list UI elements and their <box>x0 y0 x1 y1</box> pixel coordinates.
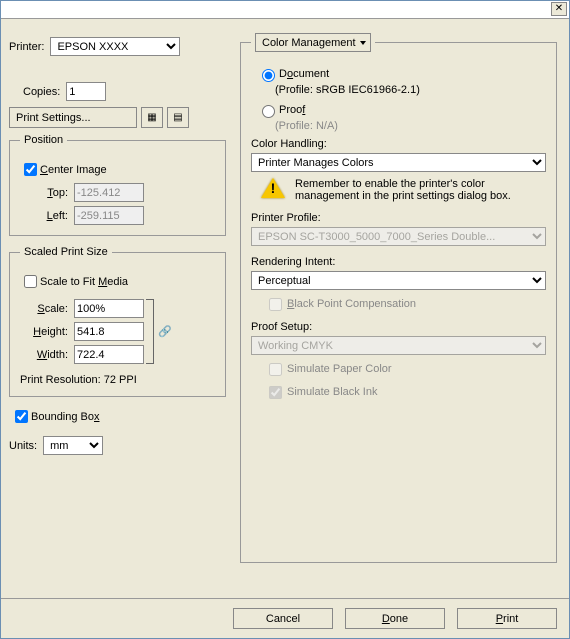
left-label: Left: <box>20 210 68 222</box>
top-input <box>74 183 144 202</box>
copies-input[interactable] <box>66 82 106 101</box>
page-setup-icon-button[interactable]: ▦ <box>141 107 163 128</box>
printer-label: Printer: <box>9 41 44 53</box>
color-management-dropdown[interactable]: Color Management <box>255 33 371 52</box>
top-label: Top: <box>20 187 68 199</box>
close-icon: ✕ <box>555 3 563 14</box>
black-point-checkbox <box>269 298 282 311</box>
page-icon: ▦ <box>147 112 156 123</box>
units-label: Units: <box>9 440 37 452</box>
printer-profile-select: EPSON SC-T3000_5000_7000_Series Double..… <box>251 227 546 246</box>
simulate-black-label: Simulate Black Ink <box>287 386 377 398</box>
warning-icon: ! <box>261 178 285 200</box>
simulate-paper-checkbox <box>269 363 282 376</box>
rendering-intent-select[interactable]: Perceptual <box>251 271 546 290</box>
color-management-group: Color Management Document (Profile: sRGB… <box>240 33 557 563</box>
page-icon-2: ▤ <box>173 112 182 123</box>
color-management-legend-label: Color Management <box>262 37 356 49</box>
copies-label: Copies: <box>23 86 60 98</box>
units-select[interactable]: mm <box>43 436 103 455</box>
done-button[interactable]: Done <box>345 608 445 629</box>
color-handling-label: Color Handling: <box>251 138 546 150</box>
width-label: Width: <box>20 349 68 361</box>
scaled-legend: Scaled Print Size <box>20 246 112 258</box>
position-legend: Position <box>20 134 67 146</box>
document-radio[interactable] <box>262 69 275 82</box>
center-image-checkbox[interactable] <box>24 163 37 176</box>
proof-setup-select: Working CMYK <box>251 336 546 355</box>
scale-label: Scale: <box>20 303 68 315</box>
scaled-print-size-group: Scaled Print Size Scale to Fit Media Sca… <box>9 246 226 397</box>
scale-input[interactable] <box>74 299 144 318</box>
warning-text: Remember to enable the printer's color m… <box>295 178 542 202</box>
proof-profile-label: (Profile: N/A) <box>275 120 546 132</box>
link-icon[interactable]: 🔗 <box>158 325 172 339</box>
rendering-intent-label: Rendering Intent: <box>251 256 546 268</box>
bottom-button-bar: Cancel Done Print <box>1 598 569 638</box>
print-settings-button[interactable]: Print Settings... <box>9 107 137 128</box>
printer-select[interactable]: EPSON XXXX <box>50 37 180 56</box>
bracket-line <box>146 299 154 364</box>
black-point-label: Black Point Compensation <box>287 298 416 310</box>
titlebar: ✕ <box>1 1 569 19</box>
close-button[interactable]: ✕ <box>551 2 567 16</box>
printer-profile-label: Printer Profile: <box>251 212 546 224</box>
print-resolution-label: Print Resolution: 72 PPI <box>20 374 137 386</box>
page-setup-icon-button-2[interactable]: ▤ <box>167 107 189 128</box>
simulate-black-checkbox <box>269 386 282 399</box>
proof-setup-label: Proof Setup: <box>251 321 546 333</box>
left-input <box>74 206 144 225</box>
bounding-box-label: Bounding Box <box>31 411 100 423</box>
scale-to-fit-checkbox[interactable] <box>24 275 37 288</box>
print-button[interactable]: Print <box>457 608 557 629</box>
bounding-box-checkbox[interactable] <box>15 410 28 423</box>
proof-radio[interactable] <box>262 105 275 118</box>
height-input[interactable] <box>74 322 144 341</box>
center-image-label: Center Image <box>40 164 107 176</box>
position-group: Position Center Image Top: Left: <box>9 134 226 236</box>
document-label: Document <box>279 68 329 80</box>
document-profile-label: (Profile: sRGB IEC61966-2.1) <box>275 84 546 96</box>
proof-label: Proof <box>279 104 305 116</box>
scale-to-fit-label: Scale to Fit Media <box>40 276 128 288</box>
simulate-paper-label: Simulate Paper Color <box>287 363 392 375</box>
height-label: Height: <box>20 326 68 338</box>
cancel-button[interactable]: Cancel <box>233 608 333 629</box>
width-input[interactable] <box>74 345 144 364</box>
color-handling-select[interactable]: Printer Manages Colors <box>251 153 546 172</box>
